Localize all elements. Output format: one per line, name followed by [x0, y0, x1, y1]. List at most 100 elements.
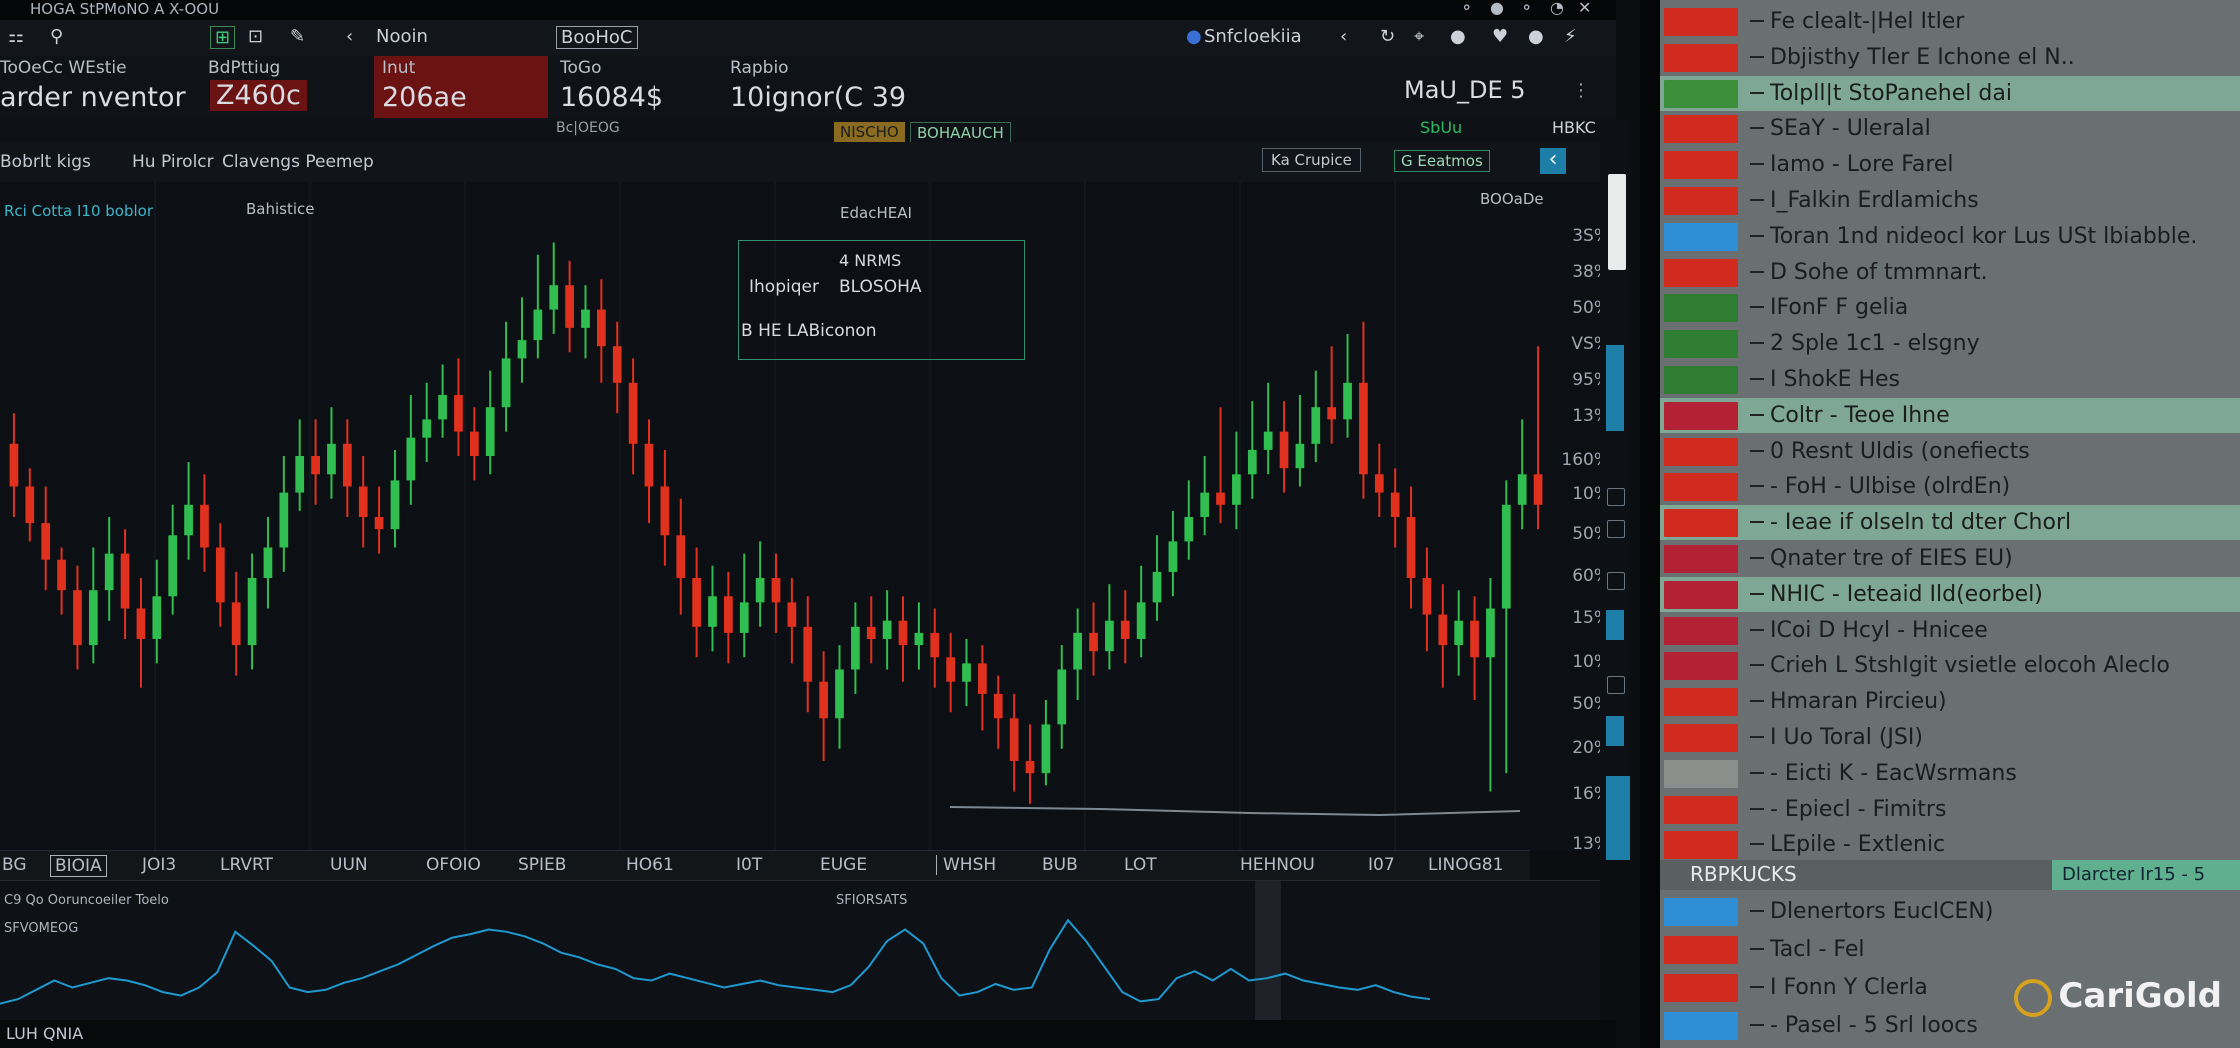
time-label: LINOG81	[1428, 855, 1504, 875]
sub-badge[interactable]: NISCHO	[834, 122, 905, 142]
flash-icon[interactable]: ⚡	[1564, 26, 1577, 47]
candle-body	[263, 547, 273, 578]
side-tab-b[interactable]	[1606, 716, 1624, 746]
candle-body	[104, 553, 114, 591]
tool-icon[interactable]	[1607, 520, 1625, 538]
tool-icon[interactable]	[1607, 488, 1625, 506]
heart-icon[interactable]: ♥	[1492, 26, 1508, 47]
quote-cell[interactable]: Inut 206ae	[374, 56, 548, 119]
dot-icon[interactable]: ●	[1450, 26, 1466, 47]
side-tab[interactable]	[1606, 345, 1624, 431]
candle-body	[1470, 620, 1479, 658]
menu-item-2[interactable]: Snfcloekiia	[1204, 26, 1302, 47]
candle-body	[1533, 474, 1543, 505]
brand-logo-icon	[2014, 978, 2053, 1017]
flag-icon	[1664, 473, 1738, 502]
toolbar-right-badge[interactable]: G Eeatmos	[1394, 150, 1490, 172]
menu-icon[interactable]: ⚏	[8, 26, 24, 47]
candle-body	[1136, 602, 1146, 639]
quote-cell[interactable]: ToGo 16084$	[560, 56, 710, 119]
side-tab-c[interactable]	[1606, 776, 1630, 860]
news-row[interactable]: Crieh L StshIgit vsietle elocoh Aleclo	[1660, 648, 2240, 683]
toolbar-item-1[interactable]: Hu Pirolcr	[132, 152, 214, 172]
news-row[interactable]: LEpile - Extlenic	[1660, 827, 2240, 862]
candle-body	[1501, 504, 1511, 609]
news-row[interactable]: D Sohe of tmmnart.	[1660, 255, 2240, 290]
link-icon[interactable]: ⚲	[50, 26, 63, 47]
news-row[interactable]: ICoi D Hcyl - Hnicee	[1660, 613, 2240, 648]
menu-item-1[interactable]: BooHoC	[556, 26, 638, 49]
row-dash	[1750, 948, 1764, 950]
section-header-right[interactable]: Dlarcter Ir15 - 5	[2052, 860, 2240, 890]
menu-item-0[interactable]: Nooin	[376, 26, 428, 47]
close-icon[interactable]: ✕	[1578, 0, 1591, 17]
news-row[interactable]: Tacl - Fel	[1660, 932, 2240, 967]
row-dash	[1750, 592, 1764, 595]
layout-icon[interactable]: ⊞	[210, 26, 236, 49]
draw-icon[interactable]: ✎	[290, 26, 305, 47]
news-row[interactable]: NHIC - Ieteaid Ild(eorbel)	[1660, 576, 2240, 612]
crosshair-icon[interactable]: ⌖	[1414, 26, 1424, 47]
sub-right-label: SbUu	[1420, 118, 1463, 137]
quote-cell[interactable]: Rapbio 10ignor(C 39	[730, 56, 990, 119]
price-chart[interactable]: Rci Cotta I10 boblor Bahistice 4 NRMS Ih…	[0, 182, 1600, 850]
news-row[interactable]: Dbjisthy Tler E Ichone el N..	[1660, 40, 2240, 75]
news-row[interactable]: I_Falkin Erdlamichs	[1660, 183, 2240, 218]
back-icon[interactable]: ‹	[1340, 26, 1347, 47]
toolbar-item-2[interactable]: Clavengs Peemep	[222, 152, 374, 172]
news-row[interactable]: Coltr - Teoe Ihne	[1660, 397, 2240, 433]
candle-body	[1359, 382, 1368, 475]
candle-body	[533, 309, 543, 341]
news-row[interactable]: Qnater tre of EIES EU)	[1660, 541, 2240, 576]
tool-icon[interactable]	[1607, 676, 1625, 694]
toolbar-item-0[interactable]: Bobrlt kigs	[0, 152, 91, 172]
news-row-text: Coltr - Teoe Ihne	[1770, 402, 1950, 428]
news-row[interactable]: - Eicti K - EacWsrmans	[1660, 756, 2240, 791]
scroll-thumb[interactable]	[1608, 174, 1626, 270]
quote-cell[interactable]: BdPttiug Z460c	[208, 56, 368, 119]
quote-cell[interactable]: ToOeCc WEstie arder nventor	[0, 56, 200, 119]
collapse-icon[interactable]: ‹	[1540, 148, 1566, 174]
news-row[interactable]: 0 Resnt Uldis (onefiects	[1660, 434, 2240, 469]
news-row[interactable]: IFonF F gelia	[1660, 290, 2240, 325]
candle-body	[1168, 541, 1178, 572]
flag-icon	[1664, 8, 1738, 36]
tool-icon[interactable]	[1607, 572, 1625, 590]
candle-body	[1105, 620, 1114, 652]
news-row[interactable]: - FoH - Ulbise (olrdEn)	[1660, 469, 2240, 504]
row-dash	[1750, 91, 1764, 94]
row-dash	[1750, 521, 1764, 524]
grid-icon[interactable]: ⊡	[248, 26, 263, 47]
side-tab-a[interactable]	[1606, 610, 1624, 640]
news-row[interactable]: Hmaran Pircieu)	[1660, 684, 2240, 719]
news-row[interactable]: Tolpll|t StoPanehel dai	[1660, 75, 2240, 111]
sub-badge-2[interactable]: BOHAAUCH	[910, 122, 1011, 144]
news-row[interactable]: - Epiecl - Fimitrs	[1660, 792, 2240, 827]
news-row[interactable]: Fe clealt-|Hel Itler	[1660, 4, 2240, 39]
chevron-left-icon[interactable]: ‹	[346, 26, 353, 47]
news-row[interactable]: Iamo - Lore Farel	[1660, 147, 2240, 182]
candle-body	[581, 309, 590, 328]
news-row[interactable]: SEaY - Uleralal	[1660, 111, 2240, 146]
oscillator-panel[interactable]: C9 Qo Ooruncoeiler Toelo SFVOMEOG SFIORS…	[0, 880, 1600, 1021]
oscillator-line	[0, 918, 1431, 1005]
time-axis[interactable]: BG BIOIA JOI3 LRVRT UUN OFOIO SPIEB HO61…	[0, 850, 1530, 881]
candle-body	[962, 663, 971, 682]
row-dash	[1750, 127, 1764, 130]
osc-legend-3: SFIORSATS	[836, 893, 908, 908]
news-row[interactable]: I Uo Toral (JSI)	[1660, 720, 2240, 755]
news-row[interactable]: Toran 1nd nideocl kor Lus USt lbiabble.	[1660, 219, 2240, 254]
menu-dots-icon[interactable]: ⋮	[1572, 80, 1590, 101]
axis-title: BOOaDe	[1480, 190, 1544, 208]
news-row[interactable]: - Ieae if olseln td dter Chorl	[1660, 505, 2240, 541]
news-row[interactable]: 2 Sple 1c1 - elsgny	[1660, 326, 2240, 361]
time-label: BIOIA	[50, 855, 107, 877]
refresh-icon[interactable]: ↻	[1380, 26, 1395, 47]
dot2-icon[interactable]: ●	[1528, 26, 1544, 47]
toolbar-right-button[interactable]: Ka Crupice	[1262, 148, 1361, 172]
news-row[interactable]: I ShokE Hes	[1660, 362, 2240, 397]
row-dash	[1750, 557, 1764, 559]
news-row-text: - Ieae if olseln td dter Chorl	[1770, 510, 2072, 536]
row-dash	[1750, 306, 1764, 309]
news-row[interactable]: Dlenertors EucICEN)	[1660, 894, 2240, 929]
